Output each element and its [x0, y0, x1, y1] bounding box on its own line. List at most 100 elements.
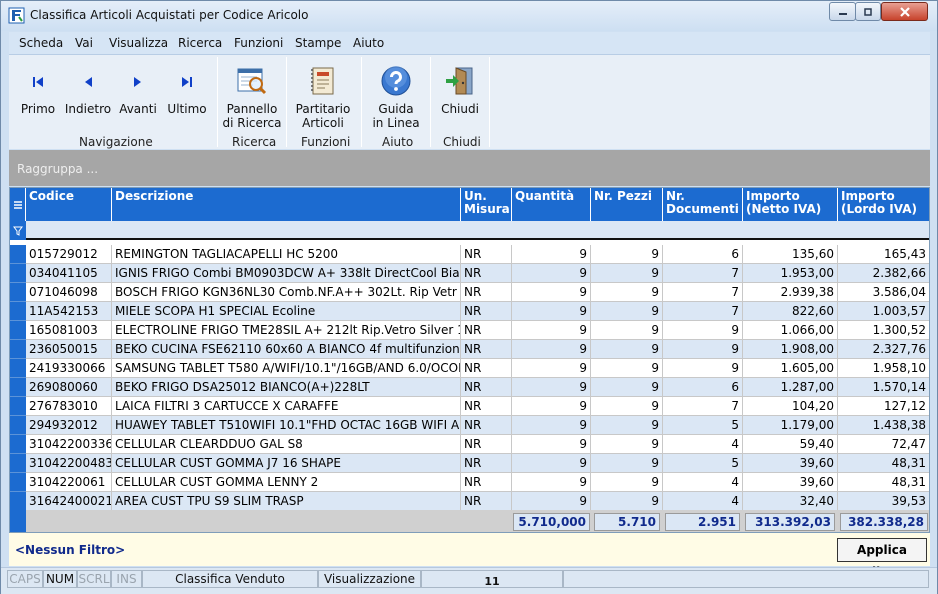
cell-importo-netto[interactable]: 1.066,00	[743, 321, 838, 340]
cell-descrizione[interactable]: CELLULAR CLEARDDUO GAL S8	[112, 435, 461, 454]
cell-unita-misura[interactable]: NR	[461, 359, 512, 378]
cell-importo-lordo[interactable]: 72,47	[838, 435, 929, 454]
cell-unita-misura[interactable]: NR	[461, 435, 512, 454]
column-header-nr-documenti[interactable]: Nr. Documenti	[663, 188, 743, 221]
table-row[interactable]: 3104220061 CELLULAR CUST GOMMA LENNY 2 NR 9…	[10, 473, 929, 492]
cell-quantita[interactable]: 9	[512, 321, 591, 340]
cell-codice[interactable]: 015729012	[26, 245, 112, 264]
table-row[interactable]: 034041105 IGNIS FRIGO Combi BM0903DCW A+ …	[10, 264, 929, 283]
cell-importo-netto[interactable]: 1.179,00	[743, 416, 838, 435]
cell-codice[interactable]: 071046098	[26, 283, 112, 302]
cell-descrizione[interactable]: BEKO CUCINA FSE62110 60x60 A BIANCO 4f m…	[112, 340, 461, 359]
cell-descrizione[interactable]: MIELE SCOPA H1 SPECIAL Ecoline	[112, 302, 461, 321]
cell-importo-lordo[interactable]: 1.570,14	[838, 378, 929, 397]
cell-quantita[interactable]: 9	[512, 454, 591, 473]
cell-descrizione[interactable]: CELLULAR CUST GOMMA J7 16 SHAPE	[112, 454, 461, 473]
apply-filter-button[interactable]: Applica Filtro	[837, 538, 927, 579]
close-button[interactable]	[881, 2, 928, 21]
indietro-button[interactable]: Indietro	[63, 55, 113, 135]
cell-nr-documenti[interactable]: 7	[663, 397, 743, 416]
table-row[interactable]: 2419330066 SAMSUNG TABLET T580 A/WIFI/10.…	[10, 359, 929, 378]
cell-unita-misura[interactable]: NR	[461, 378, 512, 397]
cell-descrizione[interactable]: HUAWEY TABLET T510WIFI 10.1"FHD OCTAC 16…	[112, 416, 461, 435]
cell-importo-lordo[interactable]: 39,53	[838, 492, 929, 511]
cell-descrizione[interactable]: BEKO FRIGO DSA25012 BIANCO(A+)228LT	[112, 378, 461, 397]
table-row[interactable]: 31042200336 CELLULAR CLEARDDUO GAL S8 NR 9 9…	[10, 435, 929, 454]
cell-codice[interactable]: 294932012	[26, 416, 112, 435]
cell-nr-pezzi[interactable]: 9	[591, 302, 663, 321]
cell-importo-lordo[interactable]: 48,31	[838, 473, 929, 492]
pannello-ricerca-button[interactable]: Pannello di Ricerca	[221, 55, 283, 135]
cell-importo-lordo[interactable]: 48,31	[838, 454, 929, 473]
cell-importo-netto[interactable]: 1.287,00	[743, 378, 838, 397]
cell-codice[interactable]: 31642400021	[26, 492, 112, 511]
minimize-button[interactable]	[829, 2, 856, 21]
cell-nr-documenti[interactable]: 9	[663, 359, 743, 378]
cell-quantita[interactable]: 9	[512, 397, 591, 416]
cell-nr-pezzi[interactable]: 9	[591, 473, 663, 492]
cell-unita-misura[interactable]: NR	[461, 302, 512, 321]
partitario-articoli-button[interactable]: Partitario Articoli	[290, 55, 356, 135]
cell-importo-lordo[interactable]: 2.382,66	[838, 264, 929, 283]
cell-quantita[interactable]: 9	[512, 245, 591, 264]
cell-importo-netto[interactable]: 1.908,00	[743, 340, 838, 359]
cell-unita-misura[interactable]: NR	[461, 473, 512, 492]
active-filter-link[interactable]: <Nessun Filtro>	[15, 543, 125, 557]
cell-nr-pezzi[interactable]: 9	[591, 359, 663, 378]
cell-nr-documenti[interactable]: 5	[663, 416, 743, 435]
menu-stampe[interactable]: Stampe	[295, 36, 341, 50]
cell-codice[interactable]: 165081003	[26, 321, 112, 340]
cell-nr-pezzi[interactable]: 9	[591, 321, 663, 340]
cell-unita-misura[interactable]: NR	[461, 416, 512, 435]
cell-nr-pezzi[interactable]: 9	[591, 283, 663, 302]
cell-importo-netto[interactable]: 822,60	[743, 302, 838, 321]
filter-row[interactable]	[10, 221, 929, 240]
cell-nr-documenti[interactable]: 4	[663, 492, 743, 511]
table-row[interactable]: 071046098 BOSCH FRIGO KGN36NL30 Comb.NF.A…	[10, 283, 929, 302]
column-header-quantita[interactable]: Quantità	[512, 188, 591, 221]
row-selector[interactable]	[10, 416, 26, 435]
cell-quantita[interactable]: 9	[512, 435, 591, 454]
chiudi-button[interactable]: Chiudi	[434, 55, 486, 135]
cell-quantita[interactable]: 9	[512, 264, 591, 283]
cell-nr-documenti[interactable]: 5	[663, 454, 743, 473]
cell-nr-pezzi[interactable]: 9	[591, 340, 663, 359]
cell-descrizione[interactable]: AREA CUST TPU S9 SLIM TRASP	[112, 492, 461, 511]
row-selector[interactable]	[10, 302, 26, 321]
cell-nr-documenti[interactable]: 9	[663, 340, 743, 359]
table-row[interactable]: 236050015 BEKO CUCINA FSE62110 60x60 A BI…	[10, 340, 929, 359]
cell-codice[interactable]: 2419330066	[26, 359, 112, 378]
cell-importo-lordo[interactable]: 2.327,76	[838, 340, 929, 359]
cell-quantita[interactable]: 9	[512, 473, 591, 492]
cell-quantita[interactable]: 9	[512, 340, 591, 359]
title-bar[interactable]: Classifica Articoli Acquistati per Codic…	[1, 1, 937, 31]
row-selector[interactable]	[10, 340, 26, 359]
cell-quantita[interactable]: 9	[512, 492, 591, 511]
menu-visualizza[interactable]: Visualizza	[109, 36, 168, 50]
primo-button[interactable]: Primo	[15, 55, 61, 135]
cell-quantita[interactable]: 9	[512, 378, 591, 397]
menu-aiuto[interactable]: Aiuto	[353, 36, 384, 50]
cell-codice[interactable]: 11A542153	[26, 302, 112, 321]
row-selector[interactable]	[10, 283, 26, 302]
column-header-importo-lordo[interactable]: Importo (Lordo IVA)	[838, 188, 929, 221]
menu-funzioni[interactable]: Funzioni	[234, 36, 283, 50]
table-row[interactable]: 31042200483 CELLULAR CUST GOMMA J7 16 SHA…	[10, 454, 929, 473]
column-header-unita-misura[interactable]: Un. Misura	[461, 188, 512, 221]
row-selector[interactable]	[10, 378, 26, 397]
cell-codice[interactable]: 3104220061	[26, 473, 112, 492]
cell-importo-lordo[interactable]: 1.438,38	[838, 416, 929, 435]
cell-codice[interactable]: 276783010	[26, 397, 112, 416]
row-selector[interactable]	[10, 397, 26, 416]
cell-nr-pezzi[interactable]: 9	[591, 492, 663, 511]
cell-quantita[interactable]: 9	[512, 283, 591, 302]
cell-unita-misura[interactable]: NR	[461, 397, 512, 416]
cell-nr-pezzi[interactable]: 9	[591, 435, 663, 454]
row-selector[interactable]	[10, 359, 26, 378]
table-row[interactable]: 294932012 HUAWEY TABLET T510WIFI 10.1"FHD…	[10, 416, 929, 435]
cell-nr-pezzi[interactable]: 9	[591, 454, 663, 473]
cell-codice[interactable]: 31042200336	[26, 435, 112, 454]
cell-nr-documenti[interactable]: 4	[663, 473, 743, 492]
cell-nr-pezzi[interactable]: 9	[591, 378, 663, 397]
cell-codice[interactable]: 31042200483	[26, 454, 112, 473]
